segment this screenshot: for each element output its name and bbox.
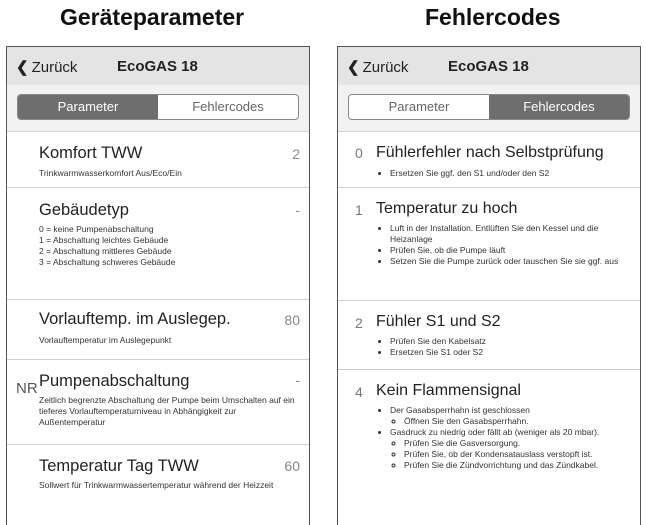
- error-title: Fühlerfehler nach Selbstprüfung: [376, 144, 604, 161]
- parameter-name: Vorlauftemp. im Auslegep.: [39, 310, 231, 328]
- parameter-name: Pumpenabschaltung: [39, 372, 190, 390]
- top-bar: ❮ Zurück EcoGAS 18: [338, 47, 640, 85]
- parameter-description: Sollwert für Trinkwarmwassertemperatur w…: [39, 480, 274, 490]
- tab-fehlercodes[interactable]: Fehlercodes: [158, 95, 298, 119]
- phone-screen-parameter: ❮ Zurück EcoGAS 18 Parameter Fehlercodes …: [6, 46, 310, 525]
- error-number: 2: [355, 315, 363, 331]
- phone-screen-fehlercodes: ❮ Zurück EcoGAS 18 Parameter Fehlercodes …: [337, 46, 641, 525]
- error-item-0[interactable]: 0 Fühlerfehler nach Selbstprüfung Ersetz…: [338, 132, 640, 188]
- parameter-item-pumpenabschaltung[interactable]: Pumpenabschaltung - Zeitlich begrenzte A…: [7, 360, 309, 445]
- parameter-value: -: [295, 202, 300, 218]
- back-button[interactable]: ❮ Zurück: [347, 58, 408, 76]
- parameter-value: 80: [284, 312, 300, 328]
- error-actions: Der Gasabsperrhahn ist geschlossen Öffne…: [376, 405, 632, 471]
- error-actions: Luft in der Installation. Entlüften Sie …: [376, 223, 632, 267]
- sub-actions: Öffnen Sie den Gasabsperrhahn.: [390, 416, 632, 427]
- parameter-description: Trinkwarmwasserkomfort Aus/Eco/Ein: [39, 168, 182, 178]
- parameter-value: 2: [292, 146, 300, 162]
- action-item: Ersetzen Sie ggf. den S1 und/oder den S2: [390, 168, 632, 179]
- action-item: Prüfen Sie, ob die Pumpe läuft: [390, 245, 632, 256]
- error-actions: Ersetzen Sie ggf. den S1 und/oder den S2: [376, 168, 632, 179]
- tab-parameter[interactable]: Parameter: [18, 95, 158, 119]
- chevron-left-icon: ❮: [16, 59, 29, 76]
- error-list: 0 Fühlerfehler nach Selbstprüfung Ersetz…: [338, 132, 640, 525]
- parameter-value: -: [295, 372, 300, 388]
- parameter-item-vorlauftemp[interactable]: Vorlauftemp. im Auslegep. 80 Vorlauftemp…: [7, 300, 309, 360]
- parameter-name: Temperatur Tag TWW: [39, 457, 199, 475]
- parameter-item-gebaeudetyp[interactable]: Gebäudetyp - 0 = keine Pumpenabschaltung…: [7, 188, 309, 300]
- segmented-control: Parameter Fehlercodes: [348, 94, 630, 120]
- back-label: Zurück: [362, 59, 409, 76]
- parameter-name: Komfort TWW: [39, 144, 143, 162]
- sub-action-item: Öffnen Sie den Gasabsperrhahn.: [404, 416, 632, 427]
- error-title: Temperatur zu hoch: [376, 200, 518, 217]
- parameter-item-temperatur-tag-tww[interactable]: Temperatur Tag TWW 60 Sollwert für Trink…: [7, 445, 309, 525]
- sub-action-item: Prüfen Sie, ob der Kondensatauslass vers…: [404, 449, 632, 460]
- action-item: Der Gasabsperrhahn ist geschlossen Öffne…: [390, 405, 632, 427]
- top-bar: ❮ Zurück EcoGAS 18: [7, 47, 309, 85]
- segmented-control: Parameter Fehlercodes: [17, 94, 299, 120]
- back-button[interactable]: ❮ Zurück: [16, 58, 77, 76]
- error-number: 0: [355, 145, 363, 161]
- action-text: Der Gasabsperrhahn ist geschlossen: [390, 405, 530, 415]
- parameter-list: Komfort TWW 2 Trinkwarmwasserkomfort Aus…: [7, 132, 309, 525]
- action-item: Setzen Sie die Pumpe zurück oder tausche…: [390, 256, 632, 267]
- sub-action-item: Prüfen Sie die Gasversorgung.: [404, 438, 632, 449]
- error-actions: Prüfen Sie den Kabelsatz Ersetzen Sie S1…: [376, 336, 632, 358]
- back-label: Zurück: [31, 59, 78, 76]
- error-item-1[interactable]: 1 Temperatur zu hoch Luft in der Install…: [338, 188, 640, 301]
- chevron-left-icon: ❮: [347, 59, 360, 76]
- parameter-item-komfort-tww[interactable]: Komfort TWW 2 Trinkwarmwasserkomfort Aus…: [7, 132, 309, 188]
- error-number: 1: [355, 202, 363, 218]
- sub-action-item: Prüfen Sie die Zündvorrichtung und das Z…: [404, 460, 632, 471]
- parameter-description: Zeitlich begrenzte Abschaltung der Pumpe…: [39, 395, 295, 427]
- error-title: Kein Flammensignal: [376, 382, 521, 399]
- sub-actions: Prüfen Sie die Gasversorgung. Prüfen Sie…: [390, 438, 632, 471]
- parameter-name: Gebäudetyp: [39, 201, 129, 219]
- action-item: Prüfen Sie den Kabelsatz: [390, 336, 632, 347]
- segment-bar: Parameter Fehlercodes: [7, 85, 309, 132]
- error-title: Fühler S1 und S2: [376, 313, 501, 330]
- error-item-4[interactable]: 4 Kein Flammensignal Der Gasabsperrhahn …: [338, 370, 640, 525]
- action-item: Gasdruck zu niedrig oder fällt ab (wenig…: [390, 427, 632, 471]
- action-item: Luft in der Installation. Entlüften Sie …: [390, 223, 632, 245]
- action-text: Gasdruck zu niedrig oder fällt ab (wenig…: [390, 427, 600, 437]
- parameter-description: Vorlauftemperatur im Auslegepunkt: [39, 335, 172, 345]
- error-number: 4: [355, 384, 363, 400]
- caption-geraeteparameter: Geräteparameter: [60, 4, 245, 30]
- parameter-description: 0 = keine Pumpenabschaltung 1 = Abschalt…: [39, 224, 176, 267]
- error-item-2[interactable]: 2 Fühler S1 und S2 Prüfen Sie den Kabels…: [338, 301, 640, 370]
- overlay-nr-text: NR: [16, 380, 38, 397]
- tab-fehlercodes[interactable]: Fehlercodes: [489, 95, 629, 119]
- caption-fehlercodes: Fehlercodes: [425, 4, 561, 30]
- segment-bar: Parameter Fehlercodes: [338, 85, 640, 132]
- screen-title: EcoGAS 18: [448, 58, 529, 75]
- tab-parameter[interactable]: Parameter: [349, 95, 489, 119]
- action-item: Ersetzen Sie S1 oder S2: [390, 347, 632, 358]
- screen-title: EcoGAS 18: [117, 58, 198, 75]
- parameter-value: 60: [284, 458, 300, 474]
